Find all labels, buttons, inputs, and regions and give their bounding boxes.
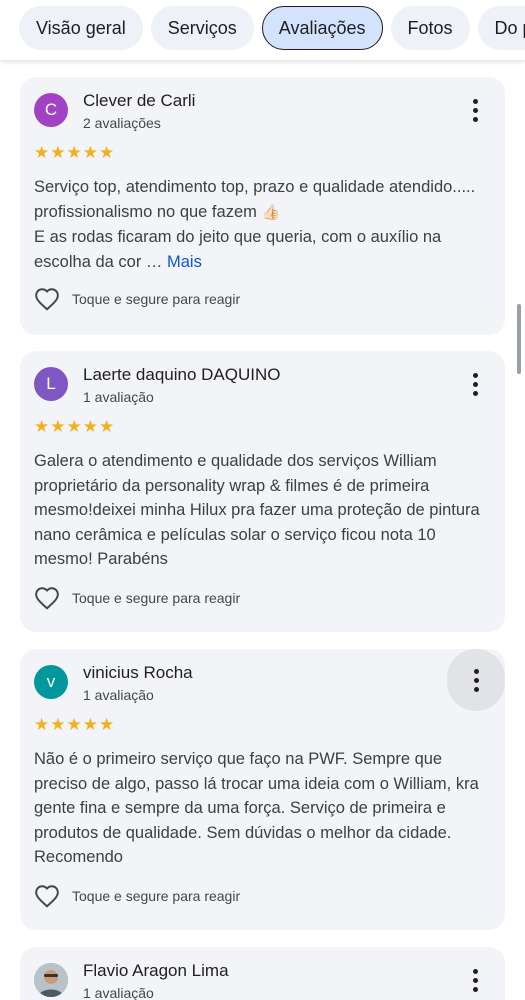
more-vert-icon[interactable] [465, 95, 485, 125]
review-author[interactable]: vinicius Rocha [83, 663, 193, 683]
tab-servicos[interactable]: Serviços [150, 6, 254, 50]
review-text-part: E as rodas ficaram do jeito que queria, … [34, 228, 442, 271]
scrollbar[interactable] [517, 304, 521, 374]
star-rating: ★★★★★ [34, 715, 116, 734]
tab-fotos[interactable]: Fotos [390, 6, 470, 50]
review-author[interactable]: Clever de Carli [83, 91, 195, 111]
react-label: Toque e segure para reagir [72, 888, 241, 904]
tab-do-proprietario[interactable]: Do proprietário [477, 6, 525, 50]
review-card: C Clever de Carli 2 avaliações ★★★★★ Ser… [20, 77, 505, 335]
heart-outline-icon [35, 288, 59, 311]
profile-photo [34, 963, 68, 997]
react-label: Toque e segure para reagir [72, 590, 241, 606]
react-button[interactable]: Toque e segure para reagir [34, 586, 240, 610]
avatar[interactable]: C [34, 93, 68, 127]
review-count: 1 avaliação [83, 985, 154, 1000]
more-vert-icon[interactable] [465, 369, 485, 399]
tab-visao-geral[interactable]: Visão geral [19, 6, 143, 50]
review-count: 1 avaliação [83, 389, 154, 405]
more-vert-icon[interactable] [447, 649, 505, 711]
avatar[interactable] [34, 963, 68, 997]
review-text: Não é o primeiro serviço que faço na PWF… [34, 750, 479, 866]
review-text-part: Serviço top, atendimento top, prazo e qu… [34, 178, 476, 221]
star-rating: ★★★★★ [34, 143, 116, 162]
avatar[interactable]: L [34, 367, 68, 401]
heart-outline-icon [35, 885, 59, 908]
more-link[interactable]: Mais [167, 253, 202, 271]
review-card: L Laerte daquino DAQUINO 1 avaliação ★★★… [20, 351, 505, 632]
review-count: 2 avaliações [83, 115, 161, 131]
tab-avaliacoes[interactable]: Avaliações [261, 6, 383, 50]
thumbs-up-icon: 👍🏻 [261, 203, 281, 221]
review-author[interactable]: Laerte daquino DAQUINO [83, 365, 281, 385]
react-button[interactable]: Toque e segure para reagir [34, 287, 240, 311]
heart-outline-icon [35, 587, 59, 610]
tab-bar: Visão geral Serviços Avaliações Fotos Do… [0, 0, 525, 60]
review-text: Serviço top, atendimento top, prazo e qu… [34, 175, 496, 274]
react-button[interactable]: Toque e segure para reagir [34, 884, 240, 908]
avatar[interactable]: v [34, 665, 68, 699]
review-card: v vinicius Rocha 1 avaliação ★★★★★ Não é… [20, 649, 505, 930]
star-rating: ★★★★★ [34, 417, 116, 436]
review-text: Galera o atendimento e qualidade dos ser… [34, 452, 480, 568]
review-card: Flavio Aragon Lima 1 avaliação [20, 947, 505, 1000]
review-author[interactable]: Flavio Aragon Lima [83, 961, 229, 981]
react-label: Toque e segure para reagir [72, 291, 241, 307]
more-vert-icon[interactable] [465, 965, 485, 995]
review-count: 1 avaliação [83, 687, 154, 703]
